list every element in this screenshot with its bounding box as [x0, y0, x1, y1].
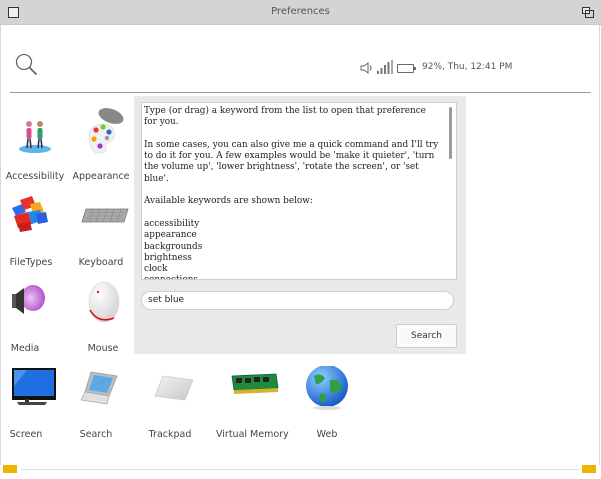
pref-appearance[interactable]: Appearance	[66, 108, 136, 182]
scroll-left-button[interactable]	[3, 465, 17, 473]
pref-label: Keyboard	[78, 257, 124, 268]
filetypes-icon	[12, 196, 48, 232]
preference-panel: Type (or drag) a keyword from the list t…	[134, 96, 466, 354]
signal-icon	[377, 60, 393, 74]
zoom-button[interactable]	[582, 7, 594, 18]
textarea-scrollbar[interactable]	[449, 107, 452, 159]
header-divider	[10, 92, 591, 93]
search-pref-icon	[80, 371, 118, 405]
battery-icon	[397, 64, 416, 73]
speaker-icon[interactable]	[360, 61, 374, 75]
pref-label: Appearance	[72, 171, 130, 182]
window-title: Preferences	[271, 6, 330, 17]
title-bar: Preferences	[0, 0, 601, 25]
window-right-border	[599, 25, 600, 465]
pref-accessibility[interactable]: Accessibility	[0, 108, 70, 182]
scroll-right-button[interactable]	[582, 465, 596, 473]
pref-label: Web	[316, 429, 338, 440]
pref-virtual-memory[interactable]: Virtual Memory	[216, 366, 289, 440]
scroll-track	[21, 469, 579, 470]
memory-icon	[231, 373, 279, 394]
mouse-icon	[88, 281, 120, 323]
pref-search[interactable]: Search	[61, 366, 131, 440]
pref-screen[interactable]: Screen	[0, 366, 61, 440]
trackpad-icon	[154, 375, 194, 401]
pref-keyboard[interactable]: Keyboard	[66, 194, 136, 268]
pref-mouse[interactable]: Mouse	[68, 280, 138, 354]
pref-web[interactable]: Web	[292, 365, 362, 440]
horizontal-scrollbar[interactable]	[3, 465, 596, 473]
pref-label: Trackpad	[148, 429, 192, 440]
screen-icon	[12, 368, 56, 405]
pref-media[interactable]: Media	[0, 280, 60, 354]
pref-label: Search	[79, 429, 113, 440]
media-speaker-icon	[12, 285, 45, 314]
search-icon[interactable]	[14, 52, 38, 76]
globe-icon	[306, 365, 348, 410]
pref-trackpad[interactable]: Trackpad	[135, 366, 205, 440]
pref-label: FileTypes	[9, 257, 53, 268]
pref-label: Mouse	[87, 343, 119, 354]
pref-filetypes[interactable]: FileTypes	[0, 194, 66, 268]
pref-label: Accessibility	[5, 171, 65, 182]
palette-icon	[88, 108, 124, 154]
pref-label: Media	[10, 343, 40, 354]
pref-label: Virtual Memory	[216, 429, 289, 440]
accessibility-icon	[19, 121, 51, 153]
keyword-help-textarea[interactable]: Type (or drag) a keyword from the list t…	[141, 102, 457, 280]
pref-label: Screen	[9, 429, 43, 440]
keyboard-icon	[81, 208, 129, 223]
help-text: Type (or drag) a keyword from the list t…	[144, 106, 439, 279]
search-button[interactable]: Search	[396, 324, 457, 348]
command-input[interactable]	[141, 291, 454, 310]
battery-clock-text: 92%, Thu, 12:41 PM	[422, 62, 513, 72]
